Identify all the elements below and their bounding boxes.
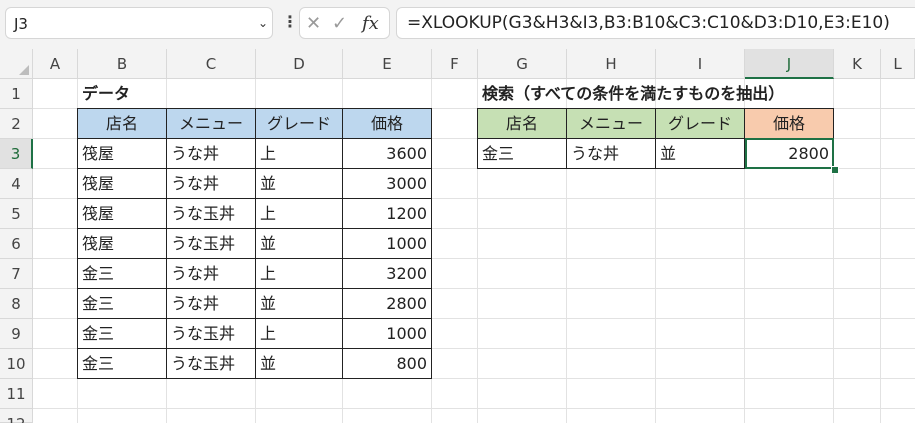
column-header-h[interactable]: H [567,49,656,79]
column-header-d[interactable]: D [256,49,343,79]
fill-handle[interactable] [831,166,839,174]
data-header-cell[interactable]: 店名 [77,108,167,139]
data-cell[interactable]: 上 [255,138,343,169]
data-cell[interactable]: うな玉丼 [166,348,256,379]
data-cell[interactable]: 800 [342,348,432,379]
column-header-g[interactable]: G [478,49,567,79]
column-header-i[interactable]: I [656,49,745,79]
data-header-cell[interactable]: メニュー [166,108,256,139]
column-header-l[interactable]: L [881,49,915,79]
row-header-12[interactable]: 12 [0,409,33,423]
name-box-value[interactable]: J3 [14,15,28,33]
data-cell[interactable]: 3600 [342,138,432,169]
formula-text[interactable]: =XLOOKUP(G3&H3&I3,B3:B10&C3:C10&D3:D10,E… [407,13,890,33]
data-cell[interactable]: 並 [255,288,343,319]
row-header-7[interactable]: 7 [0,259,33,289]
name-box[interactable]: J3 ⌄ [5,7,273,39]
chevron-down-icon[interactable]: ⌄ [258,16,268,30]
row-header-5[interactable]: 5 [0,199,33,229]
data-cell[interactable]: 1000 [342,228,432,259]
data-cell[interactable]: 筏屋 [77,198,167,229]
data-cell[interactable]: うな丼 [166,288,256,319]
row-header-8[interactable]: 8 [0,289,33,319]
data-cell[interactable]: うな丼 [166,168,256,199]
column-header-k[interactable]: K [834,49,881,79]
formula-toolbar: J3 ⌄ ⋮ ✕ ✓ fx =XLOOKUP(G3&H3&I3,B3:B10&C… [0,0,915,49]
data-header-cell[interactable]: 価格 [342,108,432,139]
data-cell[interactable]: 並 [255,228,343,259]
column-header-a[interactable]: A [33,49,78,79]
data-cell[interactable]: 3200 [342,258,432,289]
data-cell[interactable]: 上 [255,258,343,289]
row-header-11[interactable]: 11 [0,379,33,409]
select-all-corner[interactable] [0,49,33,79]
check-icon[interactable]: ✓ [332,13,347,34]
data-cell[interactable]: うな玉丼 [166,318,256,349]
data-table-title: データ [82,84,131,103]
search-table-title: 検索（すべての条件を満たすものを抽出） [482,84,785,103]
data-cell[interactable]: うな玉丼 [166,198,256,229]
search-header-cell[interactable]: グレード [655,108,745,139]
search-header-cell[interactable]: メニュー [566,108,656,139]
data-cell[interactable]: 金三 [77,258,167,289]
data-cell[interactable]: うな丼 [166,258,256,289]
data-cell[interactable]: 1200 [342,198,432,229]
column-header-j[interactable]: J [745,49,834,79]
column-header-b[interactable]: B [78,49,167,79]
column-header-e[interactable]: E [343,49,432,79]
search-input-cell[interactable]: うな丼 [566,138,656,169]
search-input-cell[interactable]: 金三 [477,138,567,169]
data-cell[interactable]: 金三 [77,348,167,379]
data-cell[interactable]: 筏屋 [77,168,167,199]
vertical-dots-icon[interactable]: ⋮ [282,12,298,31]
data-cell[interactable]: 金三 [77,318,167,349]
formula-buttons: ✕ ✓ fx [299,7,390,39]
data-cell[interactable]: 上 [255,198,343,229]
row-header-9[interactable]: 9 [0,319,33,349]
selected-cell-outline [745,138,834,169]
column-header-c[interactable]: C [167,49,256,79]
search-header-cell[interactable]: 価格 [744,108,834,139]
data-cell[interactable]: うな玉丼 [166,228,256,259]
data-cell[interactable]: 上 [255,318,343,349]
search-header-cell[interactable]: 店名 [477,108,567,139]
fx-icon[interactable]: fx [362,13,379,34]
row-header-2[interactable]: 2 [0,109,33,139]
data-cell[interactable]: 並 [255,168,343,199]
data-cell[interactable]: 2800 [342,288,432,319]
worksheet-grid[interactable]: ABCDEFGHIJKL123456789101112データ店名メニューグレード… [0,49,915,423]
data-cell[interactable]: 並 [255,348,343,379]
data-cell[interactable]: 1000 [342,318,432,349]
data-cell[interactable]: 筏屋 [77,138,167,169]
row-header-4[interactable]: 4 [0,169,33,199]
row-header-6[interactable]: 6 [0,229,33,259]
data-cell[interactable]: 3000 [342,168,432,199]
column-header-f[interactable]: F [432,49,478,79]
row-header-1[interactable]: 1 [0,79,33,109]
data-cell[interactable]: 金三 [77,288,167,319]
data-cell[interactable]: 筏屋 [77,228,167,259]
formula-bar[interactable]: =XLOOKUP(G3&H3&I3,B3:B10&C3:C10&D3:D10,E… [396,7,915,39]
close-icon[interactable]: ✕ [306,13,321,34]
data-cell[interactable]: うな丼 [166,138,256,169]
search-input-cell[interactable]: 並 [655,138,745,169]
row-header-10[interactable]: 10 [0,349,33,379]
row-header-3[interactable]: 3 [0,139,33,169]
data-header-cell[interactable]: グレード [255,108,343,139]
